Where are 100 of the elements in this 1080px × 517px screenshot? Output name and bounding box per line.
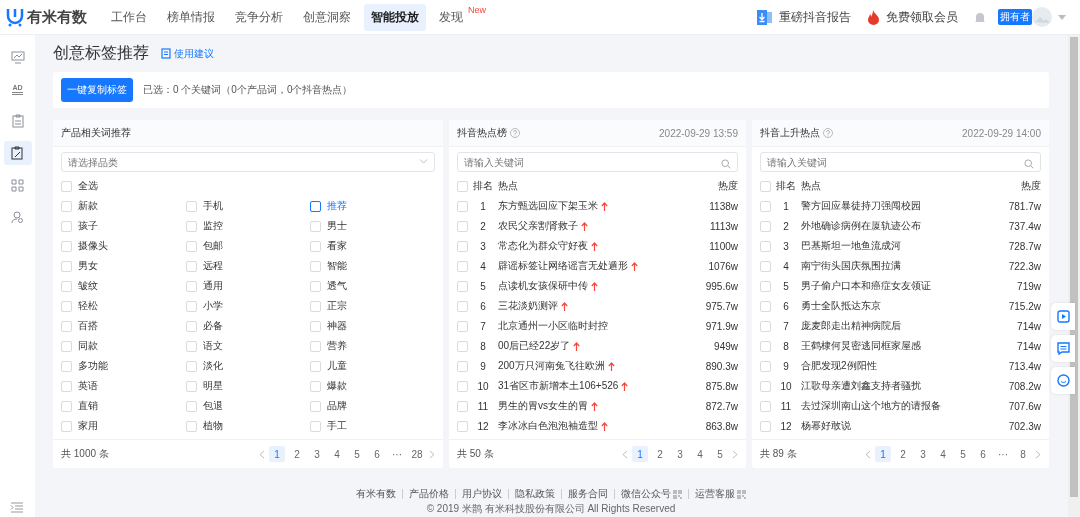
table-row[interactable]: 5 男子偷户口本和癌症女友领证 719w — [752, 276, 1049, 296]
page-button[interactable]: 2 — [652, 446, 668, 462]
table-row[interactable]: 11 去过深圳南山这个地方的请报备 707.6w — [752, 396, 1049, 416]
keyword-search-field[interactable]: 请输入关键词 — [760, 152, 1041, 172]
chevron-right-icon[interactable] — [1035, 449, 1041, 459]
table-row[interactable]: 6 三花淡奶测评 975.7w — [449, 296, 746, 316]
page-button[interactable]: 1 — [269, 446, 285, 462]
topic-cell: 合肥发现2例阳性 — [801, 359, 877, 373]
bell-icon[interactable] — [974, 10, 986, 24]
table-row[interactable]: 8 王鹤棣何炅密逃同框家屋感 714w — [752, 336, 1049, 356]
table-row[interactable]: 10 江歌母亲遭刘鑫支持者骚扰 708.2w — [752, 376, 1049, 396]
table-row[interactable]: 3 常态化为群众守好夜 1100w — [449, 236, 746, 256]
nav-tab[interactable]: 榜单情报 — [160, 3, 222, 31]
table-row[interactable]: 2 外地确诊病例在厦轨迹公布 737.4w — [752, 216, 1049, 236]
page-button[interactable]: 1 — [632, 446, 648, 462]
page-button[interactable]: ··· — [389, 446, 405, 462]
rank-cell-text: 4 — [782, 260, 790, 272]
search-icon[interactable] — [1024, 159, 1034, 169]
table-row[interactable]: 4 南宁街头国庆氛围拉满 722.3w — [752, 256, 1049, 276]
page-button[interactable]: 5 — [712, 446, 728, 462]
copy-tags-button[interactable]: 一键复制标签 — [61, 78, 133, 102]
page-button[interactable]: 5 — [955, 446, 971, 462]
search-icon[interactable] — [721, 159, 731, 169]
table-row[interactable]: 12 杨幂好敢说 702.3w — [752, 416, 1049, 436]
chevron-right-icon[interactable] — [732, 449, 738, 459]
flame-icon — [867, 9, 880, 25]
category-select[interactable]: 请选择品类 — [61, 152, 435, 172]
page-button[interactable]: 1 — [875, 446, 891, 462]
message-button[interactable] — [1051, 335, 1075, 362]
table-row[interactable]: 9 200万只河南兔飞往欧洲 890.3w — [449, 356, 746, 376]
chat-button[interactable] — [1051, 367, 1075, 394]
table-row[interactable]: 9 合肥发现2例阳性 713.4w — [752, 356, 1049, 376]
footer-link[interactable]: 用户协议 — [462, 489, 502, 499]
chevron-right-icon[interactable] — [429, 449, 435, 459]
page-button[interactable]: 3 — [915, 446, 931, 462]
tag-label: 同款 — [78, 339, 98, 353]
arrow-up-icon — [573, 341, 581, 351]
avatar-icon[interactable] — [1032, 7, 1052, 27]
table-row[interactable]: 7 北京通州一小区临时封控 971.9w — [449, 316, 746, 336]
footer-link[interactable]: 运营客服 — [695, 489, 735, 499]
footer-link[interactable]: 微信公众号 — [621, 489, 671, 499]
member-link[interactable]: 免费领取会员 — [886, 8, 958, 26]
tag-label: 监控 — [202, 219, 223, 233]
arrow-up-icon — [601, 421, 608, 431]
tag-label: 皱纹 — [78, 279, 98, 293]
page-button[interactable]: 2 — [289, 446, 305, 462]
nav-tab[interactable]: 竞争分析 — [228, 3, 290, 31]
nav-tab[interactable]: 创意洞察 — [296, 3, 358, 31]
page-button[interactable]: 6 — [975, 446, 991, 462]
qr-code-icon[interactable] — [737, 489, 746, 499]
rank-cell-text: 3 — [479, 240, 487, 252]
new-label: New — [468, 5, 486, 15]
page-button[interactable]: 4 — [935, 446, 951, 462]
chevron-left-icon[interactable] — [622, 449, 628, 459]
column-header: 排名 — [775, 179, 797, 193]
footer-link[interactable]: 隐私政策 — [515, 489, 555, 499]
chevron-left-icon[interactable] — [865, 449, 871, 459]
table-row[interactable]: 10 31省区市新增本土106+526 875.8w — [449, 376, 746, 396]
usage-tips-link[interactable]: 使用建议 — [161, 46, 214, 61]
table-row[interactable]: 7 庞麦郎走出精神病院后 714w — [752, 316, 1049, 336]
report-link[interactable]: 重磅抖音报告 — [779, 8, 851, 26]
table-row[interactable]: 3 巴基斯坦一地鱼流成河 728.7w — [752, 236, 1049, 256]
table-row[interactable]: 8 00后已经22岁了 949w — [449, 336, 746, 356]
keyword-search-field[interactable]: 请输入关键词 — [457, 152, 738, 172]
chevron-left-icon[interactable] — [259, 449, 265, 459]
page-button[interactable]: ··· — [995, 446, 1011, 462]
tag-label: 全选 — [78, 179, 98, 193]
tag-label: 远程 — [202, 259, 223, 273]
footer-link[interactable]: 产品价格 — [409, 489, 449, 499]
footer-link[interactable]: 有米有数 — [356, 489, 396, 499]
page-button[interactable]: 6 — [369, 446, 385, 462]
table-row[interactable]: 2 农民父亲割肾救子 1113w — [449, 216, 746, 236]
table-row[interactable]: 1 东方甄选回应下架玉米 1138w — [449, 196, 746, 216]
table-row[interactable]: 11 男生的胃vs女生的胃 872.7w — [449, 396, 746, 416]
table-row[interactable]: 6 勇士全队抵达东京 715.2w — [752, 296, 1049, 316]
footer-link[interactable]: 服务合同 — [568, 489, 608, 499]
collapse-menu-icon[interactable] — [10, 502, 24, 513]
heat-cell: 719w — [1017, 280, 1041, 292]
help-icon[interactable] — [510, 128, 520, 138]
qr-code-icon[interactable] — [673, 489, 682, 499]
table-row[interactable]: 1 警方回应暴徒持刀强闯校园 781.7w — [752, 196, 1049, 216]
page-button[interactable]: 5 — [349, 446, 365, 462]
page-button[interactable]: 2 — [895, 446, 911, 462]
checkbox[interactable] — [310, 200, 322, 212]
table-row[interactable]: 5 点读机女孩保研中传 995.6w — [449, 276, 746, 296]
rank-cell-text: 12 — [779, 420, 793, 432]
page-button[interactable]: 4 — [692, 446, 708, 462]
table-row[interactable]: 12 李冰冰白色泡泡袖造型 863.8w — [449, 416, 746, 436]
help-icon[interactable] — [823, 128, 833, 138]
nav-tab[interactable]: 智能投放 — [364, 3, 426, 31]
sidebar-item[interactable] — [3, 141, 32, 165]
video-button[interactable] — [1051, 303, 1075, 330]
page-button[interactable]: 28 — [409, 446, 425, 462]
page-button[interactable]: 3 — [672, 446, 688, 462]
page-button[interactable]: 3 — [309, 446, 325, 462]
table-row[interactable]: 4 辟谣标签让网络谣言无处遁形 1076w — [449, 256, 746, 276]
caret-icon[interactable] — [1058, 14, 1066, 20]
page-button[interactable]: 4 — [329, 446, 345, 462]
page-button[interactable]: 8 — [1015, 446, 1031, 462]
nav-tab[interactable]: 工作台 — [104, 3, 154, 31]
